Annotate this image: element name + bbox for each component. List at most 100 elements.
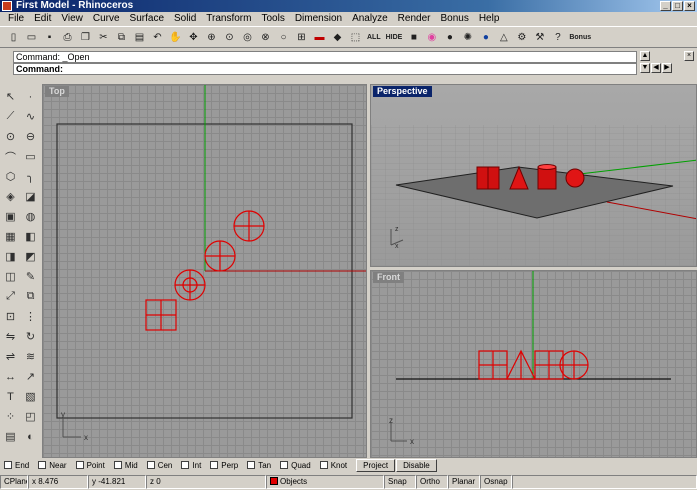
grid-snap-icon[interactable]: ⁘	[2, 408, 19, 425]
circle-icon[interactable]: ⊙	[2, 128, 19, 145]
trim-icon[interactable]: ◨	[2, 248, 19, 265]
minimize-button[interactable]: _	[660, 1, 671, 11]
perspective-viewport[interactable]: x z Perspective	[370, 84, 697, 267]
open-file-icon[interactable]: ▭	[23, 29, 40, 46]
checkbox[interactable]	[38, 461, 47, 469]
analyze-icon[interactable]: ◰	[22, 408, 39, 425]
layer-color-icon[interactable]: ■	[405, 29, 422, 46]
mirror-icon[interactable]: ⇋	[2, 328, 19, 345]
color-wheel-icon[interactable]: ◉	[423, 29, 440, 46]
osnap-mid[interactable]: Mid	[113, 461, 138, 470]
save-file-icon[interactable]: ▪	[41, 29, 58, 46]
menu-solid[interactable]: Solid	[169, 12, 201, 26]
select-arrow-icon[interactable]: ↖	[2, 88, 19, 105]
point-icon[interactable]: ·	[22, 88, 39, 105]
options-icon[interactable]: ⚒	[531, 29, 548, 46]
osnap-near[interactable]: Near	[38, 461, 67, 470]
menu-help[interactable]: Help	[474, 12, 505, 26]
zoom-all-icon[interactable]: ○	[275, 29, 292, 46]
scale-icon[interactable]: ⊡	[2, 308, 19, 325]
checkbox[interactable]	[319, 461, 328, 469]
light-icon[interactable]: ✺	[459, 29, 476, 46]
new-file-icon[interactable]: ▯	[5, 29, 22, 46]
text-icon[interactable]: T	[2, 388, 19, 405]
select-icon[interactable]: ⬚	[347, 29, 364, 46]
status-layer[interactable]: Objects	[266, 475, 384, 489]
project-button[interactable]: Project	[356, 458, 396, 472]
bonus-button[interactable]: Bonus	[567, 29, 593, 46]
arc-icon[interactable]: ⌒	[2, 148, 19, 165]
orient-icon[interactable]: ⇌	[2, 348, 19, 365]
polyline-icon[interactable]: ⟋	[2, 108, 19, 125]
hide-button[interactable]: HIDE	[384, 29, 405, 46]
snap-toggle[interactable]: Snap	[384, 475, 416, 489]
rotate-view-icon[interactable]: ✥	[185, 29, 202, 46]
osnap-cen[interactable]: Cen	[146, 461, 172, 470]
menu-analyze[interactable]: Analyze	[347, 12, 393, 26]
undo-icon[interactable]: ↶	[149, 29, 166, 46]
material-sphere-icon[interactable]: ●	[441, 29, 458, 46]
osnap-tan[interactable]: Tan	[247, 461, 271, 470]
split-icon[interactable]: ◧	[22, 228, 39, 245]
top-viewport[interactable]: x y Top	[42, 84, 367, 458]
extrude-icon[interactable]: ◪	[22, 188, 39, 205]
fillet-icon[interactable]: ╮	[22, 168, 39, 185]
osnap-point[interactable]: Point	[75, 461, 105, 470]
command-close-icon[interactable]: ×	[684, 51, 694, 61]
menu-file[interactable]: File	[3, 12, 29, 26]
render-sphere-icon[interactable]: ◐	[22, 428, 39, 445]
menu-transform[interactable]: Transform	[201, 12, 256, 26]
osnap-quad[interactable]: Quad	[280, 461, 311, 470]
close-button[interactable]: ×	[684, 1, 695, 11]
join-icon[interactable]: ◩	[22, 248, 39, 265]
viewport-label-perspective[interactable]: Perspective	[373, 86, 432, 97]
curve-icon[interactable]: ∿	[22, 108, 39, 125]
disable-button[interactable]: Disable	[396, 458, 437, 472]
rotate-icon[interactable]: ↻	[22, 328, 39, 345]
copy-icon[interactable]: ❐	[77, 29, 94, 46]
box-icon[interactable]: ▣	[2, 208, 19, 225]
menu-surface[interactable]: Surface	[125, 12, 169, 26]
checkbox[interactable]	[146, 461, 155, 469]
viewport-label-front[interactable]: Front	[373, 272, 404, 283]
menu-dimension[interactable]: Dimension	[290, 12, 347, 26]
hatch-icon[interactable]: ▧	[22, 388, 39, 405]
four-view-icon[interactable]: ⊞	[293, 29, 310, 46]
osnap-int[interactable]: Int	[181, 461, 201, 470]
checkbox[interactable]	[210, 461, 219, 469]
boolean-icon[interactable]: ◍	[22, 208, 39, 225]
checkbox[interactable]	[75, 461, 84, 469]
help-icon[interactable]: ?	[549, 29, 566, 46]
print-icon[interactable]: ⎙	[59, 29, 76, 46]
scroll-down-icon[interactable]: ▼	[640, 63, 650, 73]
checkbox[interactable]	[4, 461, 12, 469]
render-car-icon[interactable]: ▬	[311, 29, 328, 46]
planar-toggle[interactable]: Planar	[448, 475, 480, 489]
blue-sphere-icon[interactable]: ●	[477, 29, 494, 46]
maximize-button[interactable]: □	[672, 1, 683, 11]
osnap-end[interactable]: End	[4, 461, 29, 470]
copy-object-icon[interactable]: ⧉	[22, 288, 39, 305]
checkbox[interactable]	[280, 461, 289, 469]
osnap-toggle[interactable]: Osnap	[480, 475, 512, 489]
command-prompt[interactable]: Command:	[13, 63, 637, 75]
zoom-extents-icon[interactable]: ◎	[239, 29, 256, 46]
scroll-left-icon[interactable]: ◀	[651, 63, 661, 73]
checkbox[interactable]	[181, 461, 190, 469]
ellipse-icon[interactable]: ⊖	[22, 128, 39, 145]
move-icon[interactable]: ⤢	[2, 288, 19, 305]
zoom-window-icon[interactable]: ⊙	[221, 29, 238, 46]
scroll-up-icon[interactable]: ▲	[640, 51, 650, 61]
menu-edit[interactable]: Edit	[29, 12, 56, 26]
select-all-button[interactable]: ALL	[365, 29, 383, 46]
cut-icon[interactable]: ✂	[95, 29, 112, 46]
menu-curve[interactable]: Curve	[88, 12, 125, 26]
zoom-dynamic-icon[interactable]: ⊕	[203, 29, 220, 46]
pan-hand-icon[interactable]: ✋	[167, 29, 184, 46]
array-icon[interactable]: ⋮	[22, 308, 39, 325]
menu-render[interactable]: Render	[393, 12, 436, 26]
paste-icon[interactable]: ▤	[131, 29, 148, 46]
osnap-perp[interactable]: Perp	[210, 461, 238, 470]
viewport-label-top[interactable]: Top	[45, 86, 69, 97]
zoom-selected-icon[interactable]: ⊗	[257, 29, 274, 46]
